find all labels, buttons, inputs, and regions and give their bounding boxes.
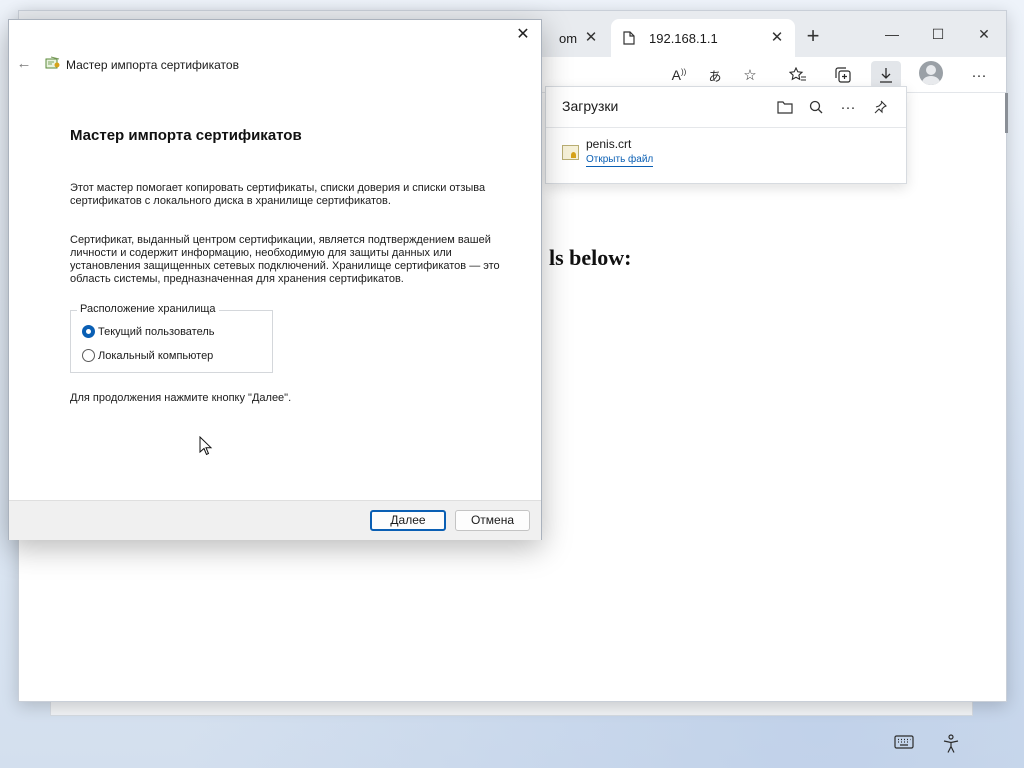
- downloads-title: Загрузки: [562, 98, 619, 114]
- new-tab-button[interactable]: +: [799, 23, 827, 51]
- certificate-import-wizard: ✕ ← Мастер импорта сертификатов Мастер и…: [8, 19, 542, 540]
- wizard-description-text: Сертификат, выданный центром сертификаци…: [70, 234, 500, 285]
- add-favorite-icon[interactable]: ☆: [735, 61, 765, 89]
- wizard-intro-text: Этот мастер помогает копировать сертифик…: [70, 182, 486, 207]
- cancel-button[interactable]: Отмена: [455, 510, 530, 531]
- wizard-heading: Мастер импорта сертификатов: [70, 127, 302, 144]
- translate-icon[interactable]: あ: [700, 61, 730, 89]
- next-button[interactable]: Далее: [370, 510, 446, 531]
- downloads-icon[interactable]: [871, 61, 901, 89]
- radio-button-unchecked[interactable]: [82, 349, 95, 362]
- certificate-icon: [45, 56, 61, 70]
- radio-button-checked[interactable]: [82, 325, 95, 338]
- accessibility-icon[interactable]: [940, 734, 962, 756]
- downloads-divider: [546, 127, 906, 128]
- page-icon: [621, 30, 637, 46]
- tab-close-icon[interactable]: ✕: [583, 30, 599, 46]
- maximize-icon[interactable]: ☐: [915, 21, 961, 47]
- close-icon[interactable]: ✕: [511, 24, 535, 46]
- profile-avatar[interactable]: [919, 61, 943, 85]
- tab-active-label: 192.168.1.1: [649, 30, 718, 46]
- favorites-icon[interactable]: [783, 61, 813, 89]
- pin-icon[interactable]: [867, 95, 893, 119]
- radio-current-user-label: Текущий пользователь: [98, 325, 215, 338]
- read-aloud-icon[interactable]: A)): [664, 61, 694, 89]
- mouse-cursor-icon: [199, 435, 213, 456]
- radio-local-machine-label: Локальный компьютер: [98, 349, 214, 362]
- more-icon[interactable]: ···: [964, 61, 994, 89]
- tab-close-icon[interactable]: ✕: [769, 30, 785, 46]
- browser-window-shadow-edge: [50, 700, 973, 716]
- close-window-icon[interactable]: ✕: [961, 21, 1007, 47]
- downloads-more-icon[interactable]: ···: [835, 95, 861, 119]
- wizard-continue-text: Для продолжения нажмите кнопку "Далее".: [70, 392, 292, 404]
- back-arrow-icon[interactable]: ←: [15, 55, 33, 73]
- page-heading-text: ls below:: [549, 245, 632, 270]
- download-file-name[interactable]: penis.crt: [586, 137, 631, 151]
- folder-icon[interactable]: [772, 95, 798, 119]
- collections-icon[interactable]: [828, 61, 858, 89]
- radio-local-machine[interactable]: Локальный компьютер: [82, 349, 213, 362]
- wizard-window-title: Мастер импорта сертификатов: [66, 58, 239, 72]
- downloads-panel: Загрузки ··· penis.crt Открыть файл: [545, 86, 907, 184]
- keyboard-icon[interactable]: [893, 734, 915, 756]
- radio-current-user[interactable]: Текущий пользователь: [82, 325, 214, 338]
- tab-active[interactable]: 192.168.1.1 ✕: [611, 19, 795, 57]
- page-scrollbar[interactable]: [1005, 93, 1008, 133]
- store-location-label: Расположение хранилища: [77, 303, 219, 315]
- certificate-file-icon: [562, 145, 579, 160]
- open-file-link[interactable]: Открыть файл: [586, 154, 654, 167]
- minimize-icon[interactable]: —: [869, 21, 915, 47]
- store-location-group: Расположение хранилища Текущий пользоват…: [70, 303, 273, 373]
- search-icon[interactable]: [803, 95, 829, 119]
- wizard-footer: Далее Отмена: [9, 500, 541, 540]
